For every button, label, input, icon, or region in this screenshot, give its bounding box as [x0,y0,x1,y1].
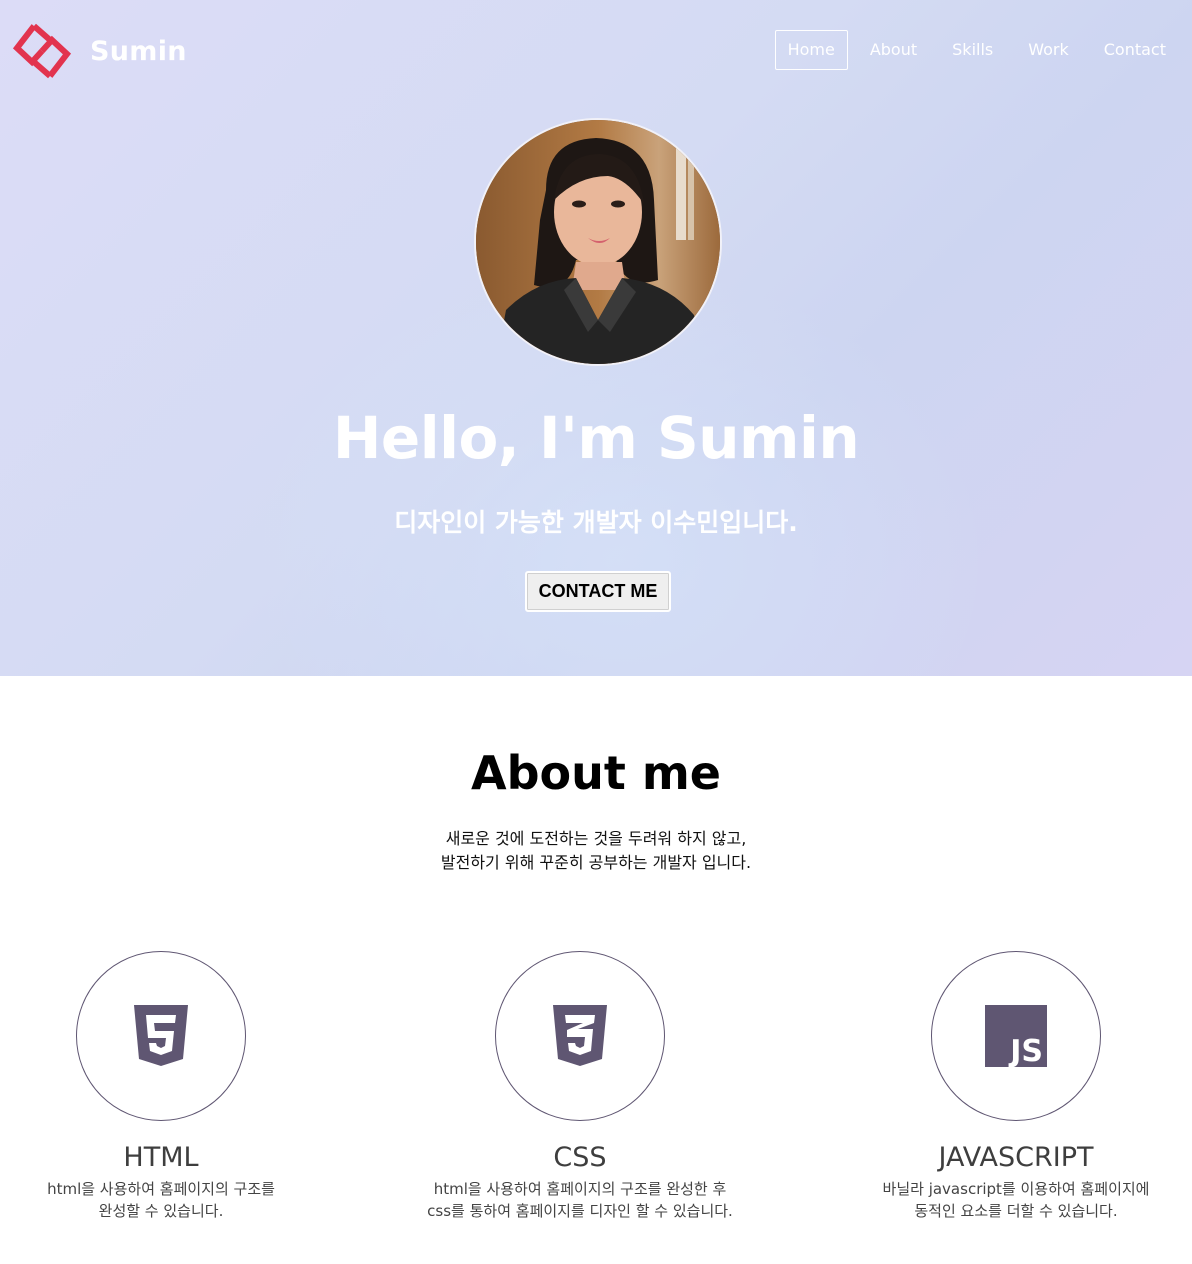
skill-icon-circle [495,951,665,1121]
about-description-line2: 발전하기 위해 꾸준히 공부하는 개발자 입니다. [440,853,752,872]
about-title: About me [470,746,721,800]
hero-section: Sumin Home About Skills Work Contact Hel… [0,0,1192,676]
svg-text:JS: JS [1008,1034,1043,1067]
skill-description-line1: html을 사용하여 홈페이지의 구조를 [47,1180,275,1198]
nav-item-work[interactable]: Work [1015,30,1082,70]
skill-card-html: HTML html을 사용하여 홈페이지의 구조를 완성할 수 있습니다. [0,951,341,1222]
skill-name: HTML [123,1142,199,1173]
skill-card-css: CSS html을 사용하여 홈페이지의 구조를 완성한 후 css를 통하여 … [400,951,760,1222]
skill-description-line2: 동적인 요소를 더할 수 있습니다. [914,1202,1118,1220]
main-nav: Home About Skills Work Contact [766,30,1179,70]
skill-description-line1: 바닐라 javascript를 이용하여 홈페이지에 [882,1180,1150,1198]
nav-item-about[interactable]: About [857,30,930,70]
javascript-icon: JS [985,1005,1047,1067]
skill-card-javascript: JS JAVASCRIPT 바닐라 javascript를 이용하여 홈페이지에… [836,951,1192,1222]
skill-name: JAVASCRIPT [938,1142,1094,1173]
skill-description-line2: 완성할 수 있습니다. [98,1202,224,1220]
brand-name: Sumin [90,35,187,67]
skill-icon-circle [76,951,246,1121]
profile-avatar [474,118,722,366]
profile-photo [476,120,720,364]
nav-item-home[interactable]: Home [774,30,848,70]
brand-logo-link[interactable]: Sumin [12,20,187,82]
nav-item-contact[interactable]: Contact [1091,30,1179,70]
html5-icon [134,1005,188,1066]
skill-name: CSS [553,1142,607,1173]
skill-description-line2: css를 통하여 홈페이지를 디자인 할 수 있습니다. [427,1202,733,1220]
hero-title: Hello, I'm Sumin [332,404,860,472]
skill-icon-circle: JS [931,951,1101,1121]
skill-description-line1: html을 사용하여 홈페이지의 구조를 완성한 후 [433,1180,727,1198]
hero-subtitle: 디자인이 가능한 개발자 이수민입니다. [394,508,798,537]
about-description-line1: 새로운 것에 도전하는 것을 두려워 하지 않고, [445,829,747,848]
nav-item-skills[interactable]: Skills [939,30,1006,70]
contact-me-button[interactable]: CONTACT ME [525,571,671,612]
diamond-s-logo-icon [12,23,72,79]
css3-icon [553,1005,607,1066]
